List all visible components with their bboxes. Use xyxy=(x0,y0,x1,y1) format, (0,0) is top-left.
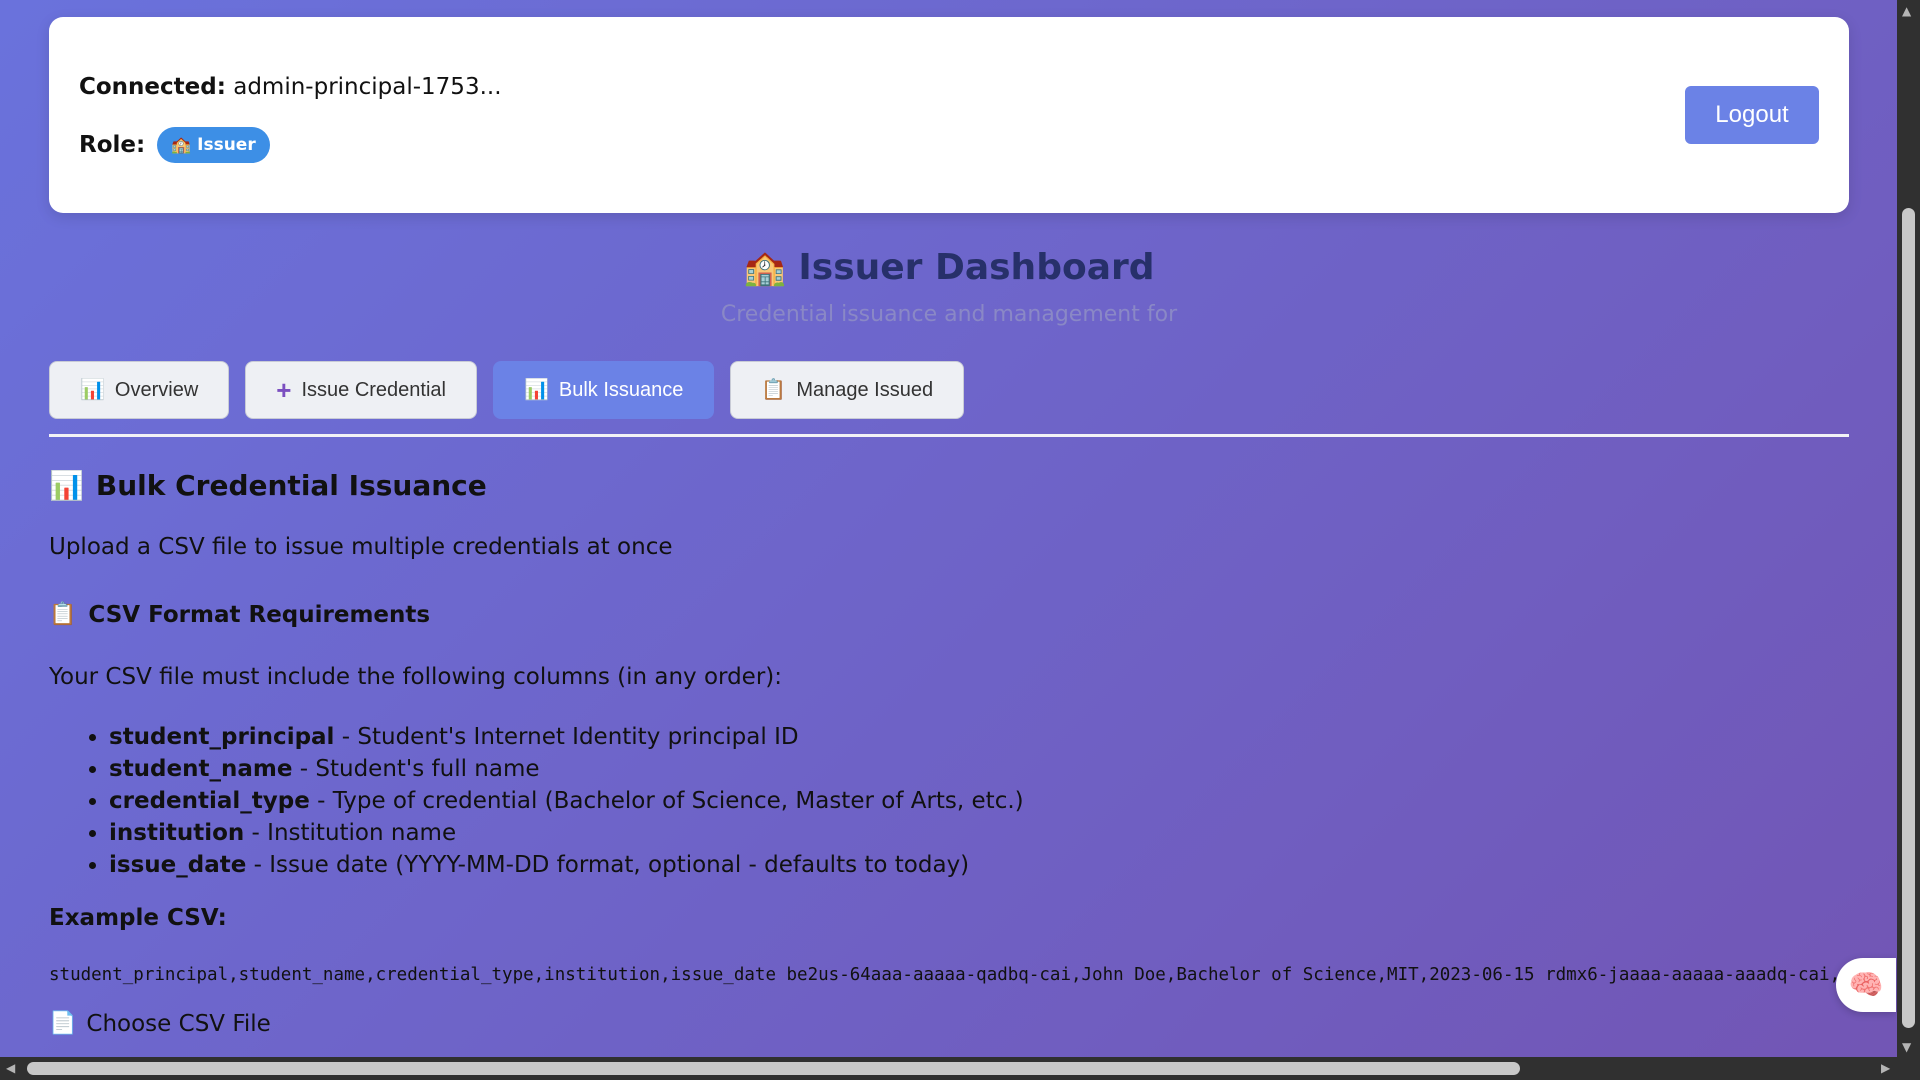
tab-label: Overview xyxy=(114,378,199,401)
tab-label: Manage Issued xyxy=(796,378,934,401)
bar-chart-icon: 📊 xyxy=(523,379,549,401)
bar-chart-icon: 📊 xyxy=(80,379,105,401)
choose-file-label: Choose CSV File xyxy=(86,1011,271,1037)
role-info: Role: 🏫 Issuer xyxy=(79,127,270,163)
connected-info: Connected: admin-principal-1753... xyxy=(79,74,502,100)
clipboard-icon: 📋 xyxy=(761,379,787,401)
section-title-text: Bulk Credential Issuance xyxy=(95,469,487,502)
vertical-scroll-thumb[interactable] xyxy=(1902,208,1915,1028)
column-desc: - Institution name xyxy=(244,820,457,846)
document-icon: 📄 xyxy=(49,1011,77,1036)
list-item: student_name - Student's full name xyxy=(109,756,1024,783)
tab-bar: 📊 Overview + Issue Credential 📊 Bulk Iss… xyxy=(49,361,965,419)
page-title: 🏫 Issuer Dashboard xyxy=(49,247,1849,288)
column-desc: - Student's Internet Identity principal … xyxy=(334,724,799,750)
tab-bulk-issuance[interactable]: 📊 Bulk Issuance xyxy=(492,361,715,419)
school-icon: 🏫 xyxy=(743,248,786,288)
role-badge: 🏫 Issuer xyxy=(157,127,270,163)
plus-icon: + xyxy=(276,375,292,405)
list-item: credential_type - Type of credential (Ba… xyxy=(109,788,1024,815)
school-icon: 🏫 xyxy=(171,135,192,154)
scroll-left-icon[interactable]: ◀ xyxy=(6,1061,15,1075)
tab-divider xyxy=(49,434,1849,437)
connected-label: Connected: xyxy=(79,74,226,100)
requirements-title-text: CSV Format Requirements xyxy=(88,602,431,628)
column-name: institution xyxy=(109,820,245,846)
requirements-title: 📋 CSV Format Requirements xyxy=(49,602,430,628)
choose-csv-file-button[interactable]: 📄 Choose CSV File xyxy=(49,1011,271,1037)
example-csv-code: student_principal,student_name,credentia… xyxy=(49,965,1879,985)
list-item: issue_date - Issue date (YYYY-MM-DD form… xyxy=(109,852,1024,879)
list-item: institution - Institution name xyxy=(109,820,1024,847)
page: Connected: admin-principal-1753... Role:… xyxy=(0,0,1897,1057)
column-name: student_principal xyxy=(109,724,335,750)
role-label: Role: xyxy=(79,132,146,158)
column-name: credential_type xyxy=(109,788,310,814)
page-title-text: Issuer Dashboard xyxy=(798,247,1155,288)
role-badge-text: Issuer xyxy=(197,135,256,155)
clipboard-icon: 📋 xyxy=(49,602,77,627)
tab-label: Bulk Issuance xyxy=(558,378,684,401)
column-desc: - Student's full name xyxy=(292,756,540,782)
horizontal-scrollbar[interactable]: ◀ ▶ xyxy=(0,1057,1920,1080)
requirements-description: Your CSV file must include the following… xyxy=(49,664,783,690)
scroll-up-icon[interactable]: ▲ xyxy=(1902,4,1911,18)
connected-principal: admin-principal-1753... xyxy=(233,74,502,100)
tab-overview[interactable]: 📊 Overview xyxy=(49,361,230,419)
horizontal-scroll-thumb[interactable] xyxy=(27,1062,1520,1075)
assistant-brain-button[interactable]: 🧠 xyxy=(1836,958,1896,1012)
column-name: issue_date xyxy=(109,852,247,878)
vertical-scrollbar[interactable]: ▲ ▼ xyxy=(1897,0,1920,1057)
column-requirements-list: student_principal - Student's Internet I… xyxy=(109,724,1024,884)
session-header-card: Connected: admin-principal-1753... Role:… xyxy=(49,17,1849,213)
bar-chart-icon: 📊 xyxy=(49,468,84,502)
column-desc: - Issue date (YYYY-MM-DD format, optiona… xyxy=(246,852,970,878)
section-title: 📊 Bulk Credential Issuance xyxy=(49,469,487,502)
tab-label: Issue Credential xyxy=(301,378,446,401)
scroll-down-icon[interactable]: ▼ xyxy=(1902,1040,1911,1054)
list-item: student_principal - Student's Internet I… xyxy=(109,724,1024,751)
scrollbar-corner xyxy=(1897,1057,1920,1080)
logout-button[interactable]: Logout xyxy=(1685,86,1819,144)
column-name: student_name xyxy=(109,756,293,782)
brain-icon: 🧠 xyxy=(1848,968,1884,1001)
page-subtitle: Credential issuance and management for xyxy=(720,302,1178,327)
tab-issue-credential[interactable]: + Issue Credential xyxy=(245,361,477,419)
column-desc: - Type of credential (Bachelor of Scienc… xyxy=(309,788,1024,814)
section-description: Upload a CSV file to issue multiple cred… xyxy=(49,534,673,560)
scroll-right-icon[interactable]: ▶ xyxy=(1881,1061,1890,1075)
tab-manage-issued[interactable]: 📋 Manage Issued xyxy=(730,361,965,419)
example-csv-title: Example CSV: xyxy=(49,905,227,931)
